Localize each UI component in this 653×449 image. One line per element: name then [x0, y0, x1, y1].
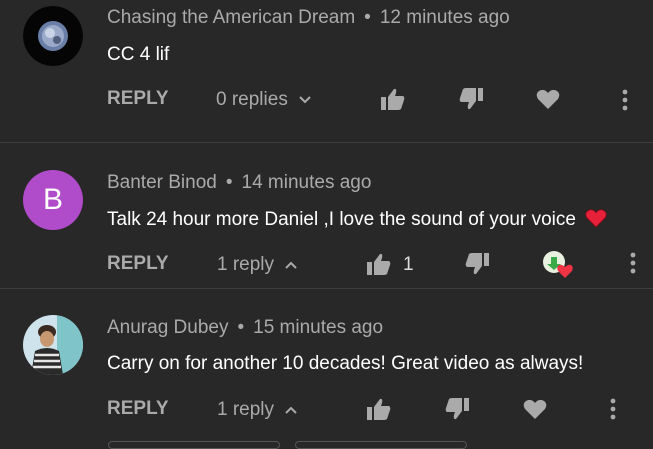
meta-separator: • [225, 172, 233, 193]
thumbs-up-icon[interactable] [366, 397, 392, 421]
hide-replies-button[interactable]: 1 reply [217, 399, 298, 421]
avatar[interactable] [23, 315, 83, 375]
reply-button[interactable]: REPLY [107, 398, 169, 420]
thumbs-down-icon[interactable] [444, 397, 470, 421]
comment-time[interactable]: 12 minutes ago [380, 7, 510, 28]
replies-count: 0 replies [216, 89, 288, 110]
heart-icon[interactable] [523, 398, 547, 420]
like-count: 1 [403, 254, 414, 275]
divider [0, 288, 653, 289]
author-name[interactable]: Chasing the American Dream [107, 7, 355, 28]
reply-button[interactable]: REPLY [107, 253, 169, 275]
divider [0, 142, 653, 143]
reply-button[interactable]: REPLY [107, 88, 169, 110]
replies-count: 1 reply [217, 399, 275, 420]
comment-text: CC 4 lif [107, 44, 170, 65]
replies-count: 1 reply [217, 254, 275, 275]
thumbs-up-icon[interactable] [380, 87, 406, 111]
red-heart-emoji-icon [585, 208, 607, 228]
comment-time[interactable]: 15 minutes ago [253, 317, 383, 338]
comment-meta: Banter Binod • 14 minutes ago [107, 172, 371, 194]
reply-input-edge[interactable] [108, 441, 280, 449]
comment-text-body: Talk 24 hour more Daniel ,I love the sou… [107, 209, 576, 230]
chevron-up-icon [284, 405, 298, 415]
creator-heart-icon[interactable] [542, 250, 574, 280]
comment-text: Carry on for another 10 decades! Great v… [107, 353, 584, 374]
comment-meta: Chasing the American Dream • 12 minutes ag… [107, 7, 510, 29]
reply-input-edge[interactable] [295, 441, 467, 449]
avatar-letter: B [42, 183, 63, 216]
more-vert-icon[interactable] [629, 252, 637, 274]
comment-time[interactable]: 14 minutes ago [242, 172, 372, 193]
chevron-down-icon [298, 95, 312, 105]
more-vert-icon[interactable] [609, 398, 617, 420]
hide-replies-button[interactable]: 1 reply [217, 254, 298, 276]
avatar[interactable] [23, 6, 83, 66]
author-name[interactable]: Banter Binod [107, 172, 217, 193]
comment-text: Talk 24 hour more Daniel ,I love the sou… [107, 208, 607, 231]
author-name[interactable]: Anurag Dubey [107, 317, 228, 338]
meta-separator: • [237, 317, 245, 338]
thumbs-up-icon[interactable] [366, 252, 392, 276]
more-vert-icon[interactable] [621, 89, 629, 111]
avatar[interactable]: B [23, 170, 83, 230]
comment-meta: Anurag Dubey • 15 minutes ago [107, 317, 383, 339]
view-replies-button[interactable]: 0 replies [216, 89, 312, 111]
thumbs-down-icon[interactable] [458, 87, 484, 111]
chevron-up-icon [284, 260, 298, 270]
meta-separator: • [364, 7, 371, 28]
thumbs-down-icon[interactable] [464, 252, 490, 276]
heart-icon[interactable] [536, 88, 560, 110]
